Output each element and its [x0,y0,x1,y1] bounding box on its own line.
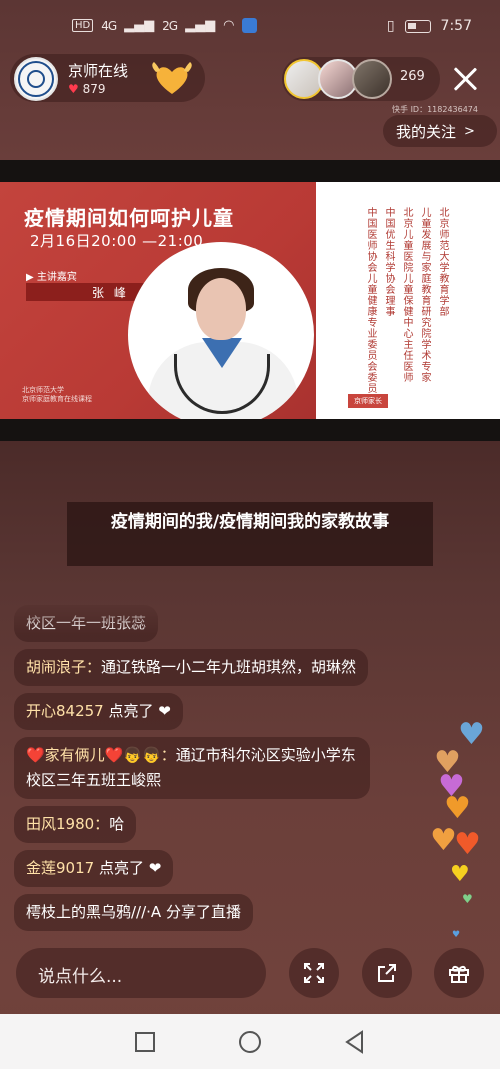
live-caption: 疫情期间的我/疫情期间我的家教故事 [67,502,433,566]
comment-user: 金莲9017 [26,859,95,877]
comment-text: 校区一年一班张蕊 [26,614,147,632]
comment-item[interactable]: 樗枝上的黑乌鸦///·A 分享了直播 [14,894,253,931]
comment-user: 胡闹浪子： [26,658,102,676]
comment-item[interactable]: 开心84257 点亮了 ❤ [14,693,183,730]
comment-input[interactable]: 说点什么... [16,948,266,998]
status-left: HD 4G ▂▄▆ 2G ▂▄▆ ◠ [72,18,258,33]
share-button[interactable] [362,948,412,998]
home-icon[interactable] [237,1029,263,1055]
gift-button[interactable] [434,948,484,998]
signal-bars-icon: ▂▄▆ [124,18,155,33]
vibrate-icon: ▯ [386,18,395,34]
host-likes: ♥ 879 [68,82,106,96]
status-right: ▯ 7:57 [387,18,472,34]
comment-item[interactable]: 田风1980：哈 [14,806,137,843]
slide-logo-line: 京师家庭教育在线课程 [22,395,92,403]
slide-title: 疫情期间如何呵护儿童 [24,206,234,230]
slide-footer-badge: 京师家长 [348,394,388,408]
comment-text: 樗枝上的黑乌鸦///·A 分享了直播 [26,903,241,921]
slide-credential: 中国医师协会儿童健康专业委员会委员 [365,207,376,394]
expand-button[interactable] [289,948,339,998]
slide-logo-text: 北京师范大学 京师家庭教育在线课程 [22,386,92,404]
video-letterbox-top [0,160,500,182]
comment-text: 通辽铁路一小二年九班胡琪然，胡琳然 [101,658,357,676]
host-avatar[interactable] [14,57,58,101]
doctor-portrait [128,242,314,419]
comment-user: 开心84257 [26,702,104,720]
slide-left-panel: 疫情期间如何呵护儿童 2月16日20:00 —21:00 ▶ 主讲嘉宾 张 峰 … [0,182,316,419]
my-follow-label: 我的关注 [396,122,457,141]
close-icon[interactable] [448,62,482,96]
university-seal-icon [18,61,54,97]
comment-user: ❤️家有俩儿❤️👦👦： [26,746,176,764]
heart-icon: ♥ [68,82,79,96]
video-letterbox-bottom [0,419,500,441]
share-icon [378,964,396,982]
slide-credential: 中国优生科学协会理事 [383,207,394,317]
floating-heart-icon: ♥ [462,892,473,906]
battery-icon [404,19,431,33]
comment-item[interactable]: ❤️家有俩儿❤️👦👦：通辽市科尔沁区实验小学东校区三年五班王峻熙 [14,737,370,799]
chevron-right-icon: > [464,123,475,139]
slide-credential: 北京师范大学教育学部 [437,207,448,317]
app-notification-icon [242,18,258,33]
expand-icon [304,963,324,983]
comment-text: 点亮了 ❤ [94,859,162,877]
comment-text: 点亮了 ❤ [103,702,171,720]
kuaishou-id: 快手 ID：1182436474 [392,105,478,114]
slide-right-panel: 北京师范大学教育学部 儿童发展与家庭教育研究院学术专家 北京儿童医院儿童保健中心… [316,182,500,419]
viewer-list[interactable]: 269 [282,57,440,101]
floating-heart-icon: ♥ [444,791,471,826]
wifi-icon: ◠ [223,18,235,33]
comment-feed[interactable]: 校区一年一班张蕊 胡闹浪子：通辽铁路一小二年九班胡琪然，胡琳然 开心84257 … [14,605,394,933]
back-icon[interactable] [342,1029,368,1055]
floating-heart-icon: ♥ [452,930,461,940]
my-follow-button[interactable]: 我的关注 > [383,115,497,147]
host-name: 京师在线 [68,62,129,80]
signal-4g-icon: 4G [101,18,117,33]
comment-item[interactable]: 校区一年一班张蕊 [14,605,159,642]
slide-guest-label: ▶ 主讲嘉宾 [26,272,77,283]
comment-user: 田风1980： [26,815,110,833]
slide-logo-line: 北京师范大学 [22,386,64,394]
video-slide[interactable]: 疫情期间如何呵护儿童 2月16日20:00 —21:00 ▶ 主讲嘉宾 张 峰 … [0,182,500,419]
status-bar: HD 4G ▂▄▆ 2G ▂▄▆ ◠ ▯ 7:57 [0,0,500,52]
recent-apps-icon[interactable] [132,1029,158,1055]
slide-credential: 儿童发展与家庭教育研究院学术专家 [419,207,430,383]
clock: 7:57 [440,18,472,34]
floating-heart-icon: ♥ [430,823,457,858]
host-likes-count: 879 [82,82,106,96]
gold-wing-heart-icon[interactable] [150,58,194,98]
floating-heart-icon: ♥ [458,717,485,752]
signal-2g-icon: 2G [162,18,178,33]
slide-date: 2月16日20:00 —21:00 [30,232,204,250]
viewer-count[interactable]: 269 [400,69,425,84]
gift-icon [449,965,469,983]
comment-item[interactable]: 金莲9017 点亮了 ❤ [14,850,174,887]
hd-badge: HD [72,19,94,32]
comment-text: 哈 [109,815,125,833]
system-nav-bar [0,1014,500,1069]
viewer-avatar[interactable] [352,59,392,99]
comment-item[interactable]: 胡闹浪子：通辽铁路一小二年九班胡琪然，胡琳然 [14,649,369,686]
signal-bars-icon: ▂▄▆ [185,18,216,33]
slide-credential: 北京儿童医院儿童保健中心主任医师 [401,207,412,383]
slide-guest-name: 张 峰 [92,286,129,300]
floating-heart-icon: ♥ [454,827,481,862]
